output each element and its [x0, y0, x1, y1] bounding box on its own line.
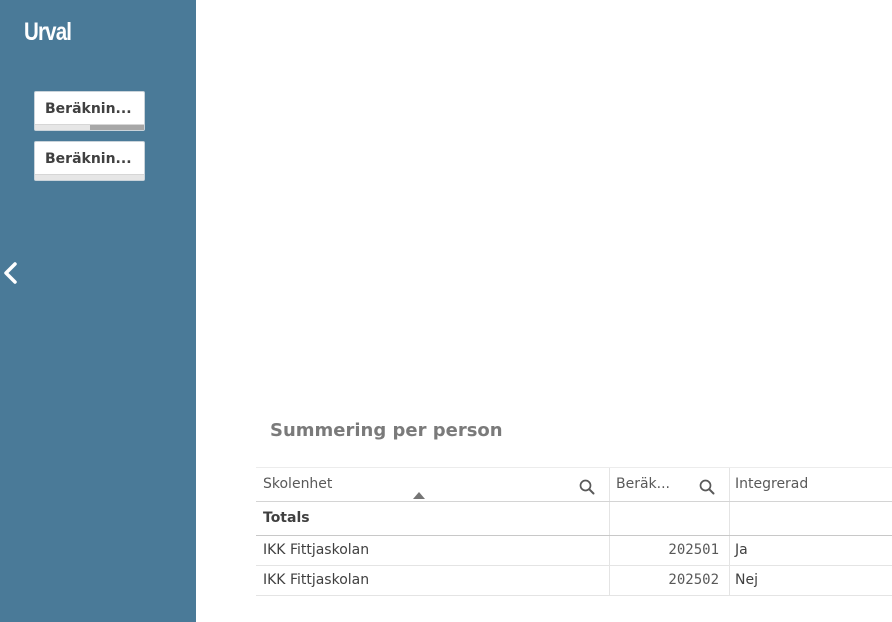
column-header-label: Beräk... [616, 476, 671, 492]
cell-skolenhet[interactable]: IKK Fittjaskolan [256, 566, 609, 595]
cell-integrerad[interactable]: Ja [729, 536, 892, 565]
cell-berakning[interactable]: 202502 [609, 566, 729, 595]
column-header-berakning[interactable]: Beräk... [609, 468, 729, 501]
cell-berakning[interactable]: 202501 [609, 536, 729, 565]
selection-state-bar [35, 124, 144, 130]
filter-pane-2[interactable]: Beräknin... [34, 141, 145, 181]
column-header-integrerad[interactable]: Integrerad [729, 468, 892, 501]
filter-pane-1[interactable]: Beräknin... [34, 91, 145, 131]
table-row[interactable]: IKK Fittjaskolan 202501 Ja [256, 536, 892, 566]
totals-label: Totals [263, 510, 310, 526]
search-icon[interactable] [578, 476, 596, 495]
sidebar: Urval Beräknin... Beräknin... [0, 0, 196, 622]
chevron-left-icon[interactable] [0, 258, 22, 288]
sort-ascending-icon [413, 492, 425, 499]
column-header-skolenhet[interactable]: Skolenhet [256, 468, 609, 501]
selection-state-fill [89, 125, 144, 130]
totals-row: Totals [256, 502, 892, 536]
table-row[interactable]: IKK Fittjaskolan 202502 Nej [256, 566, 892, 596]
totals-cell [609, 502, 729, 535]
column-header-label: Skolenhet [263, 476, 333, 492]
cell-skolenhet[interactable]: IKK Fittjaskolan [256, 536, 609, 565]
table-title: Summering per person [270, 420, 503, 441]
cell-integrerad[interactable]: Nej [729, 566, 892, 595]
totals-cell [729, 502, 892, 535]
filter-label: Beräknin... [45, 101, 132, 117]
filter-label: Beräknin... [45, 151, 132, 167]
table-header-row: Skolenhet Beräk... Integrerad [256, 467, 892, 502]
sidebar-title: Urval [24, 18, 72, 46]
column-header-label: Integrerad [735, 476, 809, 492]
selection-state-bar [35, 174, 144, 180]
search-icon[interactable] [698, 476, 716, 495]
data-table: Skolenhet Beräk... Integrerad Totals IKK… [256, 467, 892, 596]
